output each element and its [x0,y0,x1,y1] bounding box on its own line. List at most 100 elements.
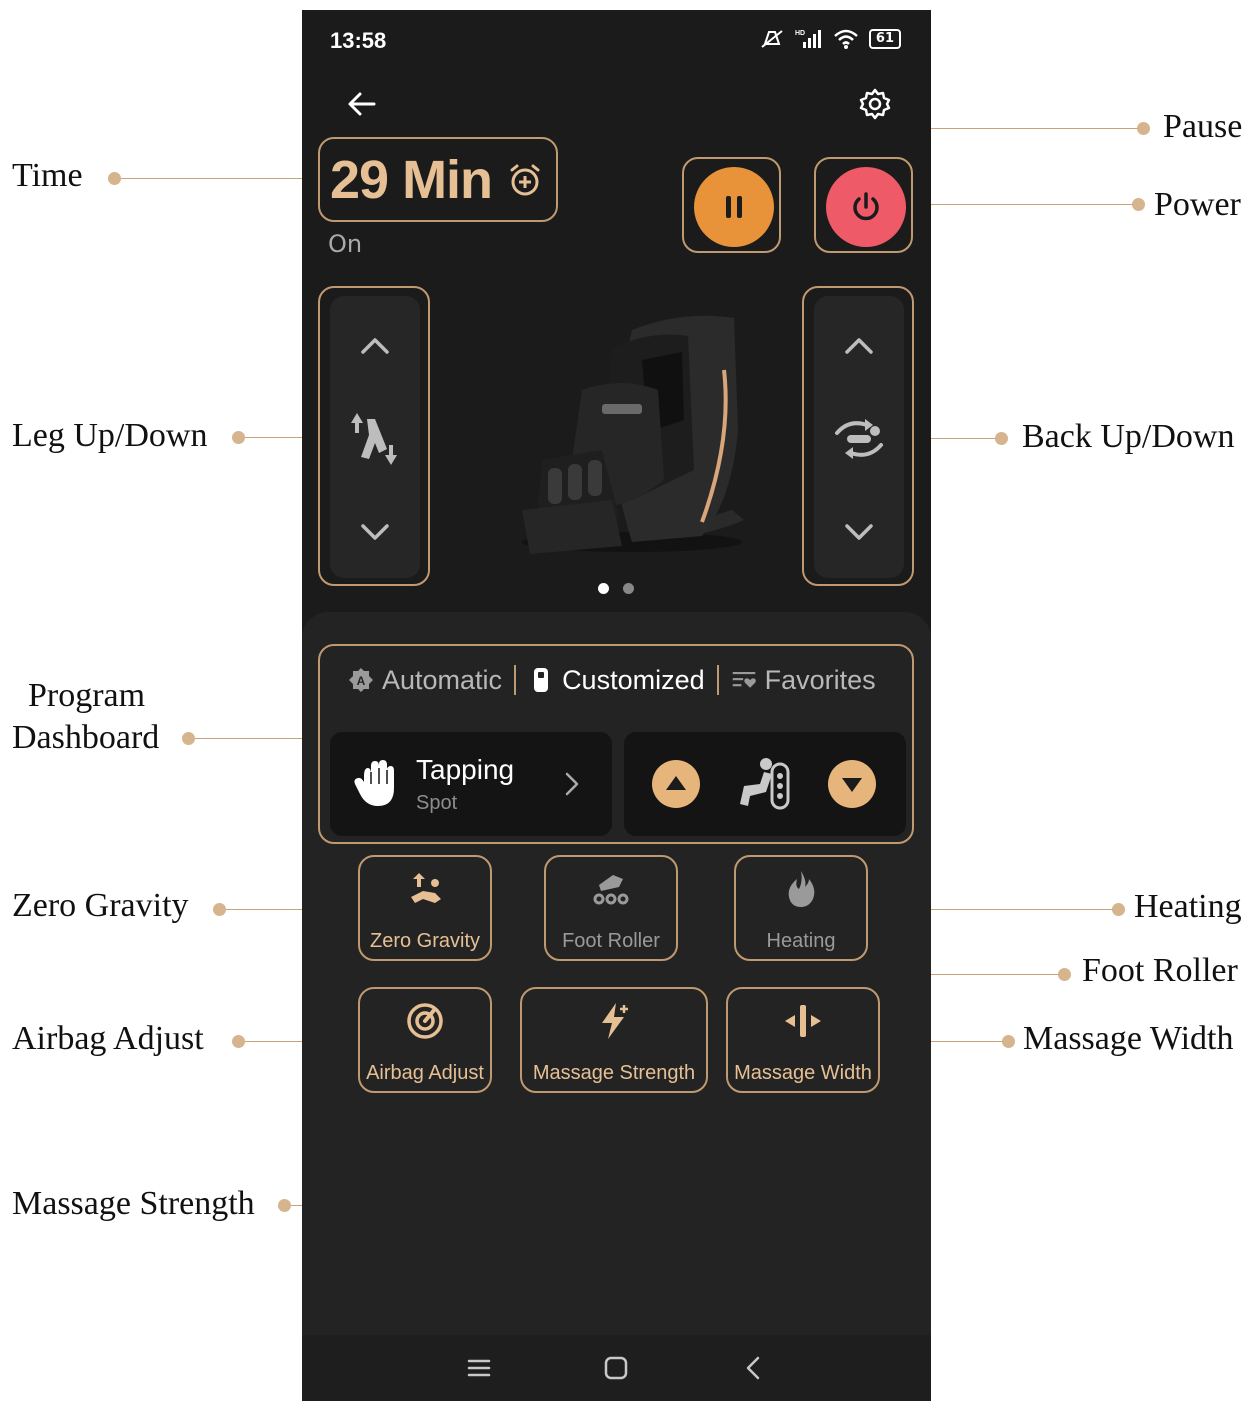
battery-indicator: 61 [868,29,901,49]
back-adjust-icon [835,419,883,459]
massage-width-button[interactable]: Massage Width [726,987,880,1093]
tab-automatic[interactable]: A Automatic [348,665,502,696]
back-up-button[interactable] [841,328,877,364]
callout-dot [182,732,195,745]
carousel-dot[interactable] [623,583,634,594]
callout-dot [995,432,1008,445]
signal-icon: HD [795,30,821,48]
tab-divider [514,665,517,695]
pause-control [682,157,781,253]
massage-strength-label: Massage Strength [532,1062,696,1084]
airbag-adjust-button[interactable]: Airbag Adjust [358,987,492,1093]
callout-leg: Leg Up/Down [12,417,208,454]
chevron-right-icon [565,772,579,796]
callout-time: Time [12,157,83,194]
foot-roller-icon [593,875,629,905]
callout-massage-strength: Massage Strength [12,1185,255,1222]
back-down-button[interactable] [841,514,877,550]
alarm-add-icon [510,164,540,196]
width-icon [785,1005,821,1037]
callout-dot [232,431,245,444]
auto-icon: A [349,668,373,692]
home-icon[interactable] [601,1353,631,1383]
callout-dot [1058,968,1071,981]
flame-icon [788,871,815,907]
callout-dot [1002,1035,1015,1048]
system-nav-bar [302,1335,931,1401]
program-subtitle: Spot [416,792,458,814]
massage-chair-image [522,315,744,554]
leg-adjust-icon [351,413,397,465]
current-program-card[interactable]: Tapping Spot [330,732,612,836]
callout-massage-width: Massage Width [1023,1020,1234,1057]
roller-position-card [624,732,906,836]
network-label: HD [795,30,805,37]
settings-button[interactable] [857,86,893,122]
mute-vibrate-icon [761,30,783,48]
callout-line [195,738,319,739]
callout-heating: Heating [1134,888,1242,925]
callout-dot [213,903,226,916]
roller-up-button[interactable] [652,760,700,808]
zero-gravity-button[interactable]: Zero Gravity [358,855,492,961]
callout-foot-roller: Foot Roller [1082,952,1238,989]
leg-down-button[interactable] [357,514,393,550]
back-control-inner [814,296,904,578]
program-tabs: A Automatic Customized Favorites [320,658,912,702]
roller-position-icon [740,758,790,810]
favorites-list-icon [732,671,756,688]
program-name: Tapping [416,754,515,785]
callout-pause: Pause [1163,108,1243,145]
tab-favorites[interactable]: Favorites [731,665,876,696]
status-icons: HD 61 [759,28,901,50]
callout-airbag: Airbag Adjust [12,1020,204,1057]
power-control [814,157,913,253]
heating-button[interactable]: Heating [734,855,868,961]
heating-label: Heating [766,930,836,952]
carousel-dot-active[interactable] [598,583,609,594]
airbag-adjust-label: Airbag Adjust [366,1062,484,1084]
callout-power: Power [1154,186,1241,223]
callout-dot [1132,198,1145,211]
timer-value: 29 Min [330,150,493,210]
leg-up-button[interactable] [357,328,393,364]
tab-divider [716,665,719,695]
timer-status: On [328,230,363,258]
callout-back: Back Up/Down [1022,418,1235,455]
zero-gravity-label: Zero Gravity [369,930,481,952]
wifi-icon [834,29,858,49]
massage-strength-button[interactable]: Massage Strength [520,987,708,1093]
callout-dot [232,1035,245,1048]
pause-icon [726,196,742,218]
pause-button[interactable] [694,167,774,247]
callout-dot [108,172,121,185]
remote-icon [534,668,549,692]
airbag-icon [407,1003,443,1039]
carousel-indicator [598,583,634,594]
status-time: 13:58 [330,28,387,53]
callout-line [914,204,1133,205]
svg-text:A: A [357,674,366,688]
hand-icon [354,760,394,806]
tab-automatic-label: Automatic [382,664,503,695]
zero-gravity-icon [411,873,441,903]
menu-icon[interactable] [464,1353,494,1383]
massage-width-label: Massage Width [734,1062,872,1084]
nav-back-icon[interactable] [739,1353,769,1383]
callout-dot [1112,903,1125,916]
back-button[interactable] [344,86,380,122]
lightning-icon [602,1003,628,1039]
leg-control-panel [318,286,430,586]
power-button[interactable] [826,167,906,247]
timer-button[interactable]: 29 Min [318,137,558,222]
foot-roller-label: Foot Roller [562,930,660,952]
roller-down-button[interactable] [828,760,876,808]
callout-program-2: Dashboard [12,719,160,756]
tab-customized[interactable]: Customized [528,665,705,696]
callout-line [121,178,318,179]
callout-dot [278,1199,291,1212]
callout-zero-gravity: Zero Gravity [12,887,189,924]
power-icon [853,192,879,221]
foot-roller-button[interactable]: Foot Roller [544,855,678,961]
program-dashboard: A Automatic Customized Favorites Tapping… [318,644,914,844]
